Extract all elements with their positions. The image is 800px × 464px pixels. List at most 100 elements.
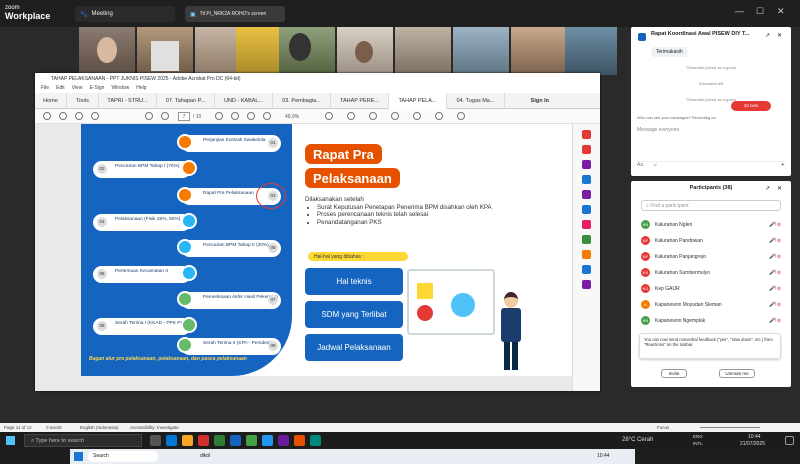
- format-icon[interactable]: Aa: [637, 162, 643, 168]
- edit-pdf-icon[interactable]: [582, 160, 591, 169]
- bookmark-icon[interactable]: [59, 112, 67, 120]
- participant-row[interactable]: KG Kep GAUR 🎤̸ ⊘: [631, 281, 791, 296]
- taskbar-language[interactable]: ENG: [693, 434, 703, 439]
- word-taskbar-icon[interactable]: [230, 435, 241, 446]
- tab-document[interactable]: TAPRI - STRU...: [99, 93, 157, 109]
- shared-search-box[interactable]: Search: [88, 451, 158, 462]
- word-language[interactable]: English (Indonesia): [80, 425, 119, 430]
- select-icon[interactable]: [215, 112, 223, 120]
- tab-document[interactable]: 04. Tugas Ma...: [447, 93, 505, 109]
- minimize-icon[interactable]: —: [735, 6, 744, 16]
- prev-page-icon[interactable]: [145, 112, 153, 120]
- tab-document[interactable]: 03. Pembagia...: [273, 93, 331, 109]
- video-tile[interactable]: [137, 27, 193, 75]
- tab-document[interactable]: 07. Tahapan P...: [157, 93, 215, 109]
- video-tile[interactable]: [453, 27, 509, 75]
- taskbar-search-box[interactable]: ⌕ Type here to search: [24, 434, 142, 447]
- menu-view[interactable]: View: [72, 85, 83, 92]
- scan-icon[interactable]: [582, 265, 591, 274]
- fit-icon[interactable]: [325, 112, 333, 120]
- pen-icon[interactable]: [369, 112, 377, 120]
- video-tile[interactable]: [565, 27, 617, 75]
- close-icon[interactable]: ✕: [777, 6, 785, 17]
- acrobat-taskbar-icon[interactable]: [198, 435, 209, 446]
- video-tile[interactable]: [511, 27, 565, 75]
- chrome-icon[interactable]: [246, 435, 257, 446]
- word-accessibility[interactable]: Accessibility: Investigate: [130, 425, 179, 430]
- tab-home[interactable]: Home: [35, 93, 67, 109]
- chat-input[interactable]: Message everyone: [637, 127, 785, 141]
- search-icon[interactable]: [91, 112, 99, 120]
- sign-icon[interactable]: [413, 112, 421, 120]
- tab-document[interactable]: UND - KABAL...: [215, 93, 273, 109]
- whatsapp-taskbar-icon[interactable]: [310, 435, 321, 446]
- video-tile[interactable]: [337, 27, 393, 75]
- hand-icon[interactable]: [231, 112, 239, 120]
- chat-close-icon[interactable]: ✕: [777, 32, 782, 39]
- page-number-input[interactable]: 7: [178, 112, 190, 121]
- taskbar-date[interactable]: 21/07/2025: [740, 441, 765, 447]
- redact-icon[interactable]: [582, 220, 591, 229]
- participant-row[interactable]: K Kapanewon Moyudan Sleman 🎤̸ ⊘: [631, 297, 791, 312]
- organize-icon[interactable]: [582, 205, 591, 214]
- windows-start-icon[interactable]: [6, 436, 15, 445]
- zoom-taskbar-icon[interactable]: [262, 435, 273, 446]
- file-explorer-icon[interactable]: [182, 435, 193, 446]
- zoom-level[interactable]: 49,9%: [285, 114, 299, 120]
- tab-meeting[interactable]: 🐾 Meeting: [75, 6, 175, 22]
- comment-icon[interactable]: [347, 112, 355, 120]
- excel-taskbar-icon[interactable]: [214, 435, 225, 446]
- more-tools-icon[interactable]: [582, 280, 591, 289]
- windows-start-icon[interactable]: [74, 452, 83, 461]
- fill-sign-icon[interactable]: [582, 250, 591, 259]
- menu-window[interactable]: Window: [111, 85, 129, 92]
- popout-icon[interactable]: ↗: [765, 32, 770, 39]
- highlight-icon[interactable]: [391, 112, 399, 120]
- taskbar-layout[interactable]: INTL: [693, 441, 703, 446]
- send-icon[interactable]: ➤: [781, 162, 785, 168]
- participant-row[interactable]: KN Kalurahan Ngleri 🎤̸ ⊘: [631, 217, 791, 232]
- menu-edit[interactable]: Edit: [56, 85, 65, 92]
- menu-esign[interactable]: E-Sign: [89, 85, 104, 92]
- task-view-icon[interactable]: [150, 435, 161, 446]
- participants-close-icon[interactable]: ✕: [777, 185, 782, 192]
- maximize-icon[interactable]: ☐: [756, 6, 764, 17]
- notification-icon[interactable]: [785, 436, 794, 445]
- participant-search-input[interactable]: ⌕ Find a participant: [641, 200, 781, 211]
- unmute-button[interactable]: Unmute me: [719, 369, 755, 378]
- app-taskbar-icon[interactable]: [278, 435, 289, 446]
- comment-tool-icon[interactable]: [582, 175, 591, 184]
- video-tile[interactable]: [395, 27, 451, 75]
- print-icon[interactable]: [75, 112, 83, 120]
- taskbar-clock[interactable]: 10:44: [748, 434, 761, 440]
- participant-row[interactable]: KP Kalurahan Pandowan 🎤̸ ⊘: [631, 233, 791, 248]
- combine-icon[interactable]: [582, 190, 591, 199]
- delete-icon[interactable]: [457, 112, 465, 120]
- save-icon[interactable]: [43, 112, 51, 120]
- tab-tools[interactable]: Tools: [67, 93, 99, 109]
- new-messages-button[interactable]: 10 new: [731, 101, 771, 111]
- video-tile[interactable]: [279, 27, 335, 75]
- zoom-in-icon[interactable]: [263, 112, 271, 120]
- popout-icon[interactable]: ↗: [765, 185, 770, 192]
- participant-row[interactable]: KS Kalurahan Sumbermulyo 🎤̸ ⊘: [631, 265, 791, 280]
- create-pdf-icon[interactable]: [582, 145, 591, 154]
- taskbar-weather[interactable]: 28°C Cerah: [622, 437, 653, 443]
- participant-row[interactable]: KP Kalurahan Panjangrejo 🎤̸ ⊘: [631, 249, 791, 264]
- edge-icon[interactable]: [166, 435, 177, 446]
- protect-icon[interactable]: [582, 235, 591, 244]
- sign-in-button[interactable]: Sign In: [505, 93, 555, 109]
- video-tile[interactable]: [79, 27, 135, 75]
- stamp-icon[interactable]: [435, 112, 443, 120]
- tab-shared-screen[interactable]: ▣ Tit Pi_NRK2A ROHO's screen: [185, 6, 285, 22]
- powerpoint-taskbar-icon[interactable]: [294, 435, 305, 446]
- emoji-icon[interactable]: ☺: [653, 162, 658, 168]
- menu-help[interactable]: Help: [136, 85, 146, 92]
- tab-document-active[interactable]: TAHAP PELA...: [389, 93, 447, 109]
- word-focus[interactable]: Focus: [657, 425, 669, 430]
- tab-document[interactable]: TAHAP PERE...: [331, 93, 389, 109]
- zoom-slider[interactable]: [700, 427, 760, 428]
- export-icon[interactable]: [582, 130, 591, 139]
- next-page-icon[interactable]: [161, 112, 169, 120]
- zoom-out-icon[interactable]: [247, 112, 255, 120]
